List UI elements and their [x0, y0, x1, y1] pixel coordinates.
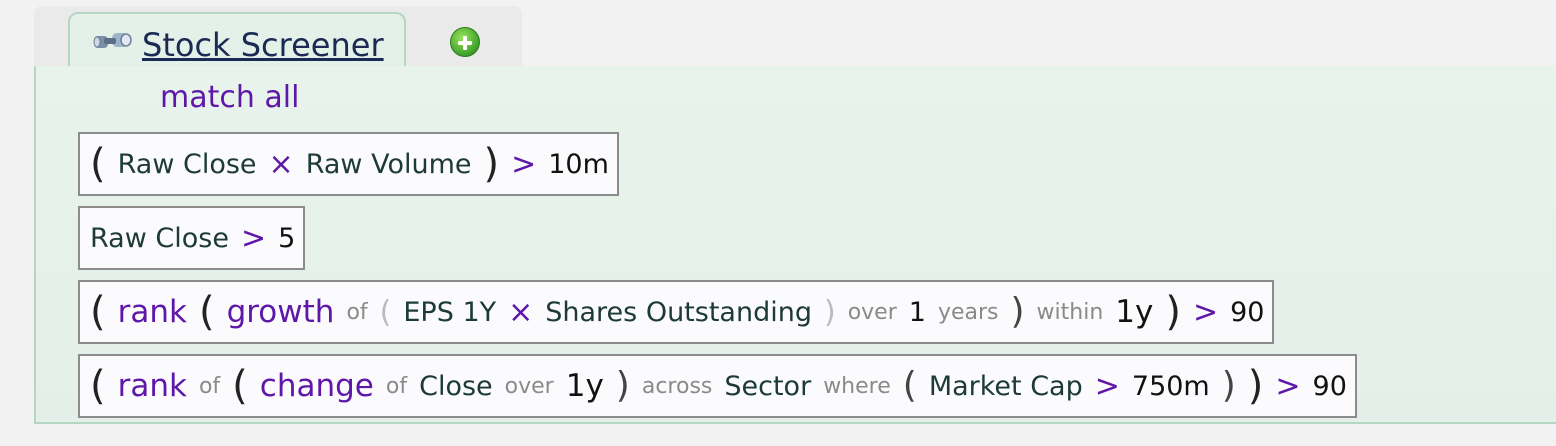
close-paren: ) — [1221, 365, 1236, 406]
greater-than-operator[interactable]: > — [1095, 369, 1120, 404]
threshold-value[interactable]: 90 — [1313, 371, 1347, 402]
of-keyword: of — [198, 373, 221, 399]
tab-label[interactable]: Stock Screener — [142, 26, 384, 64]
over-keyword: over — [504, 373, 554, 399]
threshold-value[interactable]: 90 — [1230, 297, 1264, 328]
multiply-operator[interactable]: × — [269, 147, 294, 182]
field-market-cap[interactable]: Market Cap — [929, 371, 1083, 402]
threshold-value[interactable]: 5 — [278, 223, 295, 254]
of-keyword: of — [385, 373, 408, 399]
greater-than-operator[interactable]: > — [1275, 369, 1300, 404]
open-paren: ( — [379, 294, 392, 330]
binoculars-icon — [92, 30, 134, 54]
period-value[interactable]: 1y — [1115, 294, 1153, 330]
rule-eps-growth-rank[interactable]: ( rank ( growth of ( EPS 1Y × Shares Out… — [78, 280, 1275, 344]
close-paren: ) — [615, 365, 630, 406]
close-paren: ) — [483, 141, 500, 187]
field-raw-close[interactable]: Raw Close — [118, 149, 257, 180]
across-keyword: across — [641, 373, 713, 399]
open-paren: ( — [902, 365, 917, 406]
open-paren: ( — [90, 289, 106, 335]
group-sector[interactable]: Sector — [724, 371, 811, 402]
rule-min-price[interactable]: Raw Close > 5 — [78, 206, 306, 270]
where-keyword: where — [823, 373, 891, 399]
field-shares-outstanding[interactable]: Shares Outstanding — [545, 297, 812, 328]
market-cap-value[interactable]: 750m — [1132, 371, 1210, 402]
open-paren: ( — [90, 141, 106, 187]
field-close[interactable]: Close — [419, 371, 493, 402]
field-raw-close[interactable]: Raw Close — [90, 223, 229, 254]
field-eps-1y[interactable]: EPS 1Y — [403, 297, 496, 328]
rank-function[interactable]: rank — [118, 294, 187, 330]
of-keyword: of — [346, 299, 368, 325]
greater-than-operator[interactable]: > — [1193, 295, 1218, 330]
change-function[interactable]: change — [260, 368, 374, 404]
years-count[interactable]: 1 — [909, 297, 926, 328]
plus-circle-icon[interactable] — [450, 27, 480, 57]
multiply-operator[interactable]: × — [508, 295, 533, 330]
rank-function[interactable]: rank — [118, 368, 187, 404]
within-keyword: within — [1036, 299, 1104, 325]
greater-than-operator[interactable]: > — [241, 221, 266, 256]
period-value[interactable]: 1y — [566, 368, 604, 404]
open-paren: ( — [198, 289, 215, 335]
close-paren: ) — [1165, 289, 1181, 335]
growth-function[interactable]: growth — [227, 294, 335, 330]
over-keyword: over — [847, 299, 897, 325]
greater-than-operator[interactable]: > — [511, 147, 536, 182]
open-paren: ( — [90, 363, 106, 409]
years-keyword: years — [937, 299, 999, 325]
match-mode[interactable]: match all — [160, 80, 299, 115]
rule-sector-change-rank[interactable]: ( rank of ( change of Close over 1y ) ac… — [78, 354, 1357, 418]
rule-dollar-volume[interactable]: ( Raw Close × Raw Volume ) > 10m — [78, 132, 619, 196]
close-paren: ) — [1247, 363, 1264, 409]
field-raw-volume[interactable]: Raw Volume — [306, 149, 472, 180]
screener-panel: match all ( Raw Close × Raw Volume ) > 1… — [34, 66, 1556, 424]
tab-stock-screener[interactable]: Stock Screener — [68, 12, 406, 68]
open-paren: ( — [232, 363, 248, 409]
close-paren: ) — [1010, 291, 1025, 332]
threshold-value[interactable]: 10m — [548, 149, 609, 180]
close-paren: ) — [823, 294, 836, 330]
